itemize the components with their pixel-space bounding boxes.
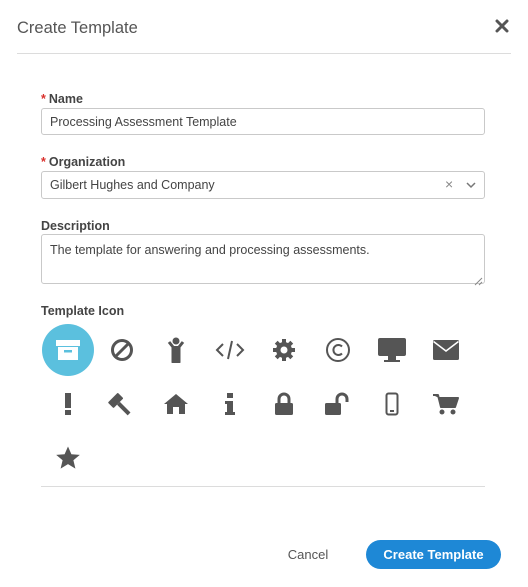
cancel-button[interactable]: Cancel <box>274 540 342 568</box>
archive-icon[interactable] <box>42 324 94 376</box>
gear-icon[interactable] <box>258 324 310 376</box>
clear-icon[interactable]: × <box>445 177 457 191</box>
envelope-icon[interactable] <box>420 324 472 376</box>
organization-select[interactable]: Gilbert Hughes and Company <box>41 171 485 199</box>
resize-grip-icon[interactable] <box>474 273 483 286</box>
mobile-icon[interactable] <box>366 378 418 430</box>
name-label: * Name <box>41 92 83 106</box>
unlock-icon[interactable] <box>312 378 364 430</box>
dialog-title: Create Template <box>17 19 138 37</box>
create-template-dialog: Create Template * Name Processing Assessm… <box>0 0 528 587</box>
child-icon[interactable] <box>150 324 202 376</box>
copyright-icon[interactable] <box>312 324 364 376</box>
star-icon[interactable] <box>42 432 94 484</box>
exclamation-icon[interactable] <box>42 378 94 430</box>
description-label: Description <box>41 219 110 233</box>
cart-icon[interactable] <box>420 378 472 430</box>
code-icon[interactable] <box>204 324 256 376</box>
description-textarea[interactable]: The template for answering and processin… <box>41 234 485 284</box>
info-icon[interactable] <box>204 378 256 430</box>
form-divider <box>41 486 485 487</box>
header-divider <box>17 53 511 54</box>
name-input[interactable]: Processing Assessment Template <box>41 108 485 135</box>
lock-icon[interactable] <box>258 378 310 430</box>
ban-icon[interactable] <box>96 324 148 376</box>
gavel-icon[interactable] <box>96 378 148 430</box>
required-marker: * <box>41 155 46 169</box>
home-icon[interactable] <box>150 378 202 430</box>
dialog-header: Create Template <box>0 0 528 54</box>
required-marker: * <box>41 92 46 106</box>
create-template-button[interactable]: Create Template <box>366 540 501 569</box>
template-icon-label: Template Icon <box>41 304 125 318</box>
desktop-icon[interactable] <box>366 324 418 376</box>
close-icon[interactable] <box>494 18 512 36</box>
organization-label: * Organization <box>41 155 126 169</box>
chevron-down-icon[interactable] <box>465 178 477 190</box>
